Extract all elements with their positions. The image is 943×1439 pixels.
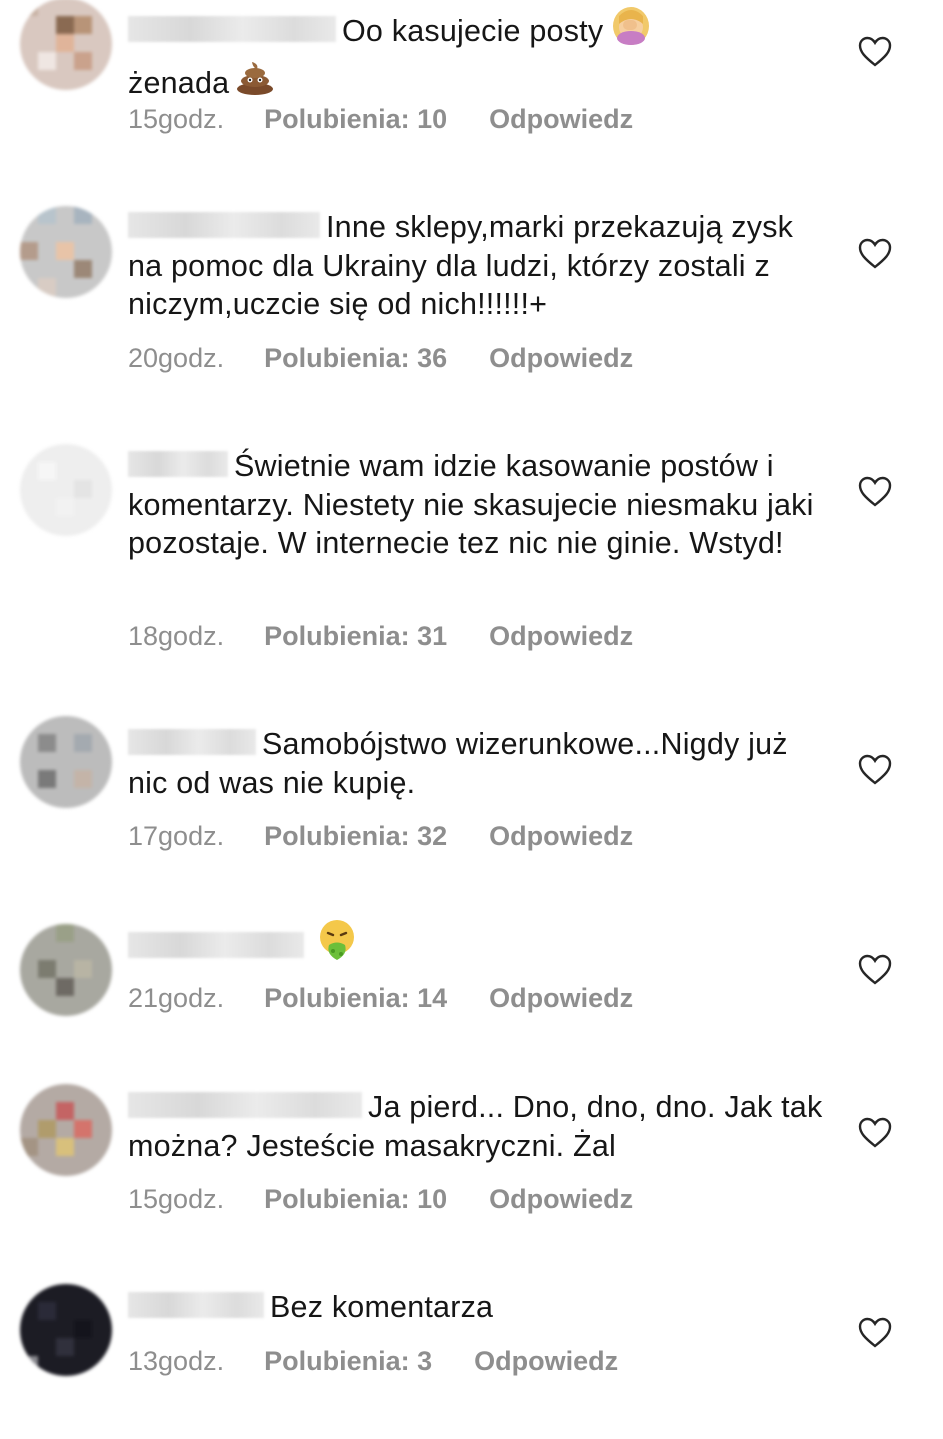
comment-time: 18godz. bbox=[128, 621, 225, 651]
avatar[interactable] bbox=[20, 1084, 112, 1176]
reply-button[interactable]: Odpowiedz bbox=[489, 983, 633, 1014]
pile-of-poo-emoji bbox=[235, 56, 275, 106]
blurred-username[interactable] bbox=[128, 1091, 362, 1118]
comment-text: Ja pierd... Dno, dno, dno. Jak tak można… bbox=[128, 1090, 823, 1163]
reply-button[interactable]: Odpowiedz bbox=[489, 821, 633, 852]
likes-count[interactable]: Polubienia: 3 bbox=[264, 1346, 432, 1377]
likes-count[interactable]: Polubienia: 10 bbox=[264, 1184, 447, 1215]
comment-meta: 18godz. Polubienia: 31 Odpowiedz bbox=[128, 621, 633, 652]
heart-icon[interactable] bbox=[858, 476, 892, 508]
avatar[interactable] bbox=[20, 1284, 112, 1376]
heart-icon[interactable] bbox=[858, 954, 892, 986]
avatar[interactable] bbox=[20, 0, 112, 90]
comment-meta: 13godz. Polubienia: 3 Odpowiedz bbox=[128, 1346, 618, 1377]
heart-icon[interactable] bbox=[858, 754, 892, 786]
comment-time: 15godz. bbox=[128, 1184, 225, 1214]
blurred-username[interactable] bbox=[128, 15, 336, 42]
heart-icon[interactable] bbox=[858, 36, 892, 68]
blurred-username[interactable] bbox=[128, 728, 256, 755]
blurred-username[interactable] bbox=[128, 1291, 264, 1318]
avatar[interactable] bbox=[20, 444, 112, 536]
avatar[interactable] bbox=[20, 716, 112, 808]
comment-text: Świetnie wam idzie kasowanie postów i ko… bbox=[128, 449, 814, 560]
blurred-username[interactable] bbox=[128, 931, 304, 958]
comment-text: Samobójstwo wizerunkowe...Nigdy już nic … bbox=[128, 727, 788, 800]
likes-count[interactable]: Polubienia: 36 bbox=[264, 343, 447, 374]
heart-icon[interactable] bbox=[858, 1317, 892, 1349]
face-vomiting-emoji bbox=[316, 918, 358, 972]
blurred-username[interactable] bbox=[128, 211, 320, 238]
comment-time: 13godz. bbox=[128, 1346, 225, 1376]
reply-button[interactable]: Odpowiedz bbox=[474, 1346, 618, 1377]
likes-count[interactable]: Polubienia: 14 bbox=[264, 983, 447, 1014]
comment-meta: 21godz. Polubienia: 14 Odpowiedz bbox=[128, 983, 633, 1014]
woman-facepalming-emoji bbox=[609, 2, 653, 56]
comment-time: 21godz. bbox=[128, 983, 225, 1013]
likes-count[interactable]: Polubienia: 32 bbox=[264, 821, 447, 852]
avatar[interactable] bbox=[20, 206, 112, 298]
comment-meta: 15godz. Polubienia: 10 Odpowiedz bbox=[128, 104, 633, 135]
reply-button[interactable]: Odpowiedz bbox=[489, 621, 633, 652]
comment-text: Inne sklepy,marki przekazują zysk na pom… bbox=[128, 210, 794, 321]
blurred-username[interactable] bbox=[128, 450, 228, 477]
likes-count[interactable]: Polubienia: 10 bbox=[264, 104, 447, 135]
comment-text bbox=[128, 920, 828, 976]
comment-meta: 15godz. Polubienia: 10 Odpowiedz bbox=[128, 1184, 633, 1215]
reply-button[interactable]: Odpowiedz bbox=[489, 104, 633, 135]
heart-icon[interactable] bbox=[858, 1117, 892, 1149]
heart-icon[interactable] bbox=[858, 238, 892, 270]
reply-button[interactable]: Odpowiedz bbox=[489, 1184, 633, 1215]
comment-time: 17godz. bbox=[128, 821, 225, 851]
comment-time: 20godz. bbox=[128, 343, 225, 373]
likes-count[interactable]: Polubienia: 31 bbox=[264, 621, 447, 652]
comment-meta: 17godz. Polubienia: 32 Odpowiedz bbox=[128, 821, 633, 852]
avatar[interactable] bbox=[20, 924, 112, 1016]
reply-button[interactable]: Odpowiedz bbox=[489, 343, 633, 374]
comment-meta: 20godz. Polubienia: 36 Odpowiedz bbox=[128, 343, 633, 374]
comment-time: 15godz. bbox=[128, 104, 225, 134]
comment-text: Oo kasujecie posty żenada bbox=[128, 6, 828, 109]
comment-text: Bez komentarza bbox=[128, 1288, 828, 1327]
